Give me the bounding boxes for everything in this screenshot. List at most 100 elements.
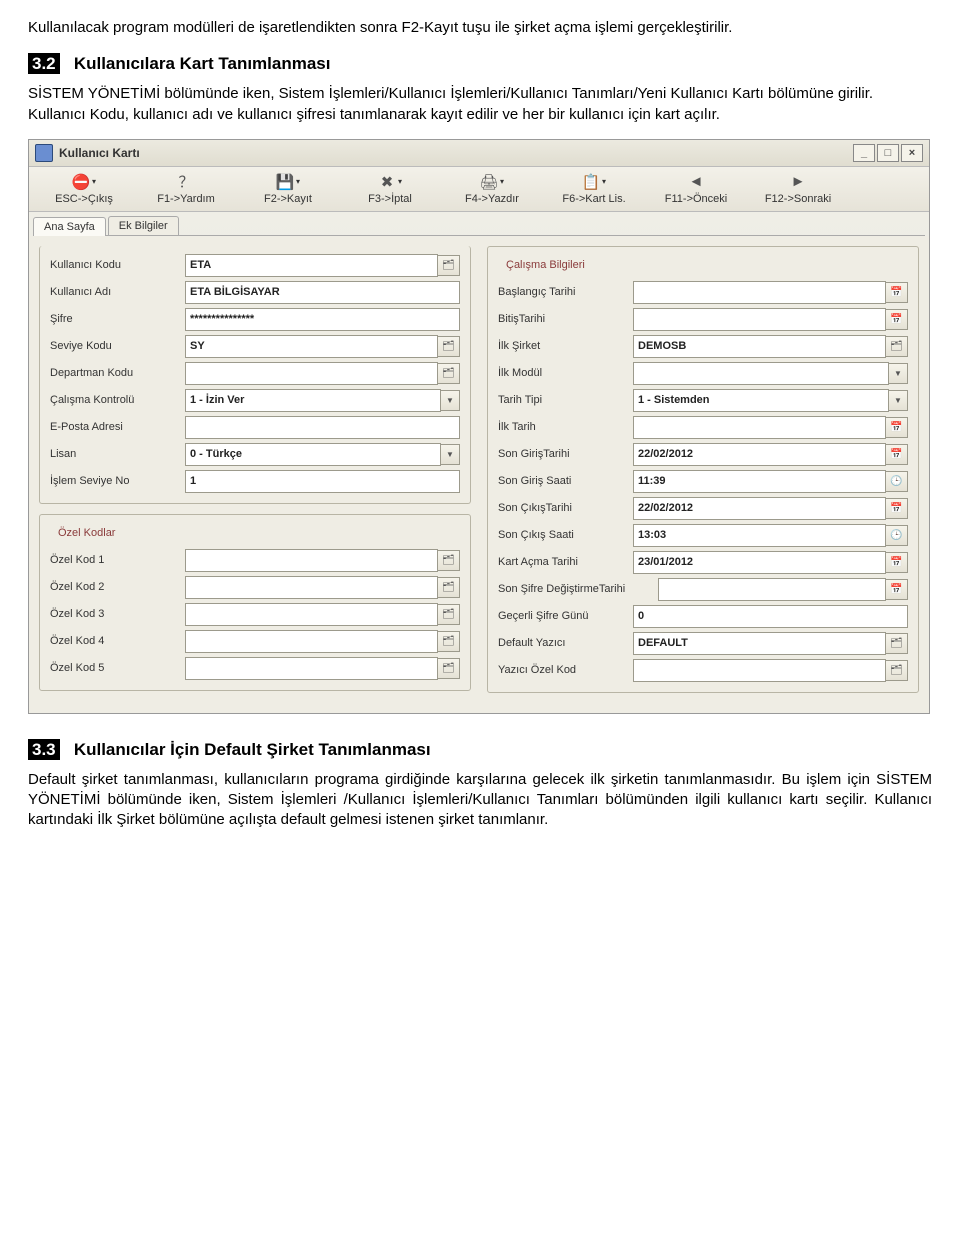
bitis-tarihi-label: BitişTarihi [498, 313, 633, 325]
kart-acma-tarihi-value: 23/01/2012 [633, 551, 886, 574]
son-cikis-tarihi-value: 22/02/2012 [633, 497, 886, 520]
calendar-icon[interactable]: 📅 [886, 309, 908, 330]
calendar-icon[interactable]: 📅 [886, 417, 908, 438]
esc-cikis-button[interactable]: ⛔▾ ESC->Çıkış [34, 170, 134, 208]
ozel-kod-3-input[interactable] [185, 603, 438, 626]
islem-seviye-no-label: İşlem Seviye No [50, 475, 185, 487]
lookup-icon[interactable]: 🗂 [438, 631, 460, 652]
sifre-input[interactable]: *************** [185, 308, 460, 331]
clock-icon[interactable]: 🕒 [886, 525, 908, 546]
f2-kayit-button[interactable]: 💾▾ F2->Kayıt [238, 170, 338, 208]
ilk-sirket-input[interactable]: DEMOSB [633, 335, 886, 358]
baslangic-tarihi-input[interactable] [633, 281, 886, 304]
ozel-kod-2-label: Özel Kod 2 [50, 581, 185, 593]
ilk-modul-select[interactable] [633, 362, 889, 385]
f1-yardim-button[interactable]: ？ F1->Yardım [136, 170, 236, 208]
lookup-icon[interactable]: 🗂 [438, 363, 460, 384]
lookup-icon[interactable]: 🗂 [438, 577, 460, 598]
chevron-down-icon[interactable]: ▼ [441, 390, 460, 411]
calendar-icon[interactable]: 📅 [886, 444, 908, 465]
lookup-icon[interactable]: 🗂 [438, 658, 460, 679]
calendar-icon[interactable]: 📅 [886, 282, 908, 303]
section-3-3-heading: 3.3 Kullanıcılar İçin Default Şirket Tan… [28, 740, 932, 760]
kullanici-kodu-input[interactable]: ETA [185, 254, 438, 277]
kullanici-kodu-label: Kullanıcı Kodu [50, 259, 185, 271]
calendar-icon[interactable]: 📅 [886, 552, 908, 573]
exit-icon: ⛔ [72, 173, 90, 191]
calendar-icon[interactable]: 📅 [886, 498, 908, 519]
islem-seviye-no-input[interactable]: 1 [185, 470, 460, 493]
ozel-kod-5-input[interactable] [185, 657, 438, 680]
calisma-kontrolu-label: Çalışma Kontrolü [50, 394, 185, 406]
son-cikis-saati-value: 13:03 [633, 524, 886, 547]
gecerli-sifre-gunu-label: Geçerli Şifre Günü [498, 610, 633, 622]
maximize-button[interactable]: □ [877, 144, 899, 162]
print-icon: 🖨 [480, 173, 498, 191]
section-number: 3.2 [28, 53, 60, 74]
ilk-tarih-input[interactable] [633, 416, 886, 439]
f4-yazdir-button[interactable]: 🖨▾ F4->Yazdır [442, 170, 542, 208]
seviye-kodu-input[interactable]: SY [185, 335, 438, 358]
tab-ek-bilgiler[interactable]: Ek Bilgiler [108, 216, 179, 235]
lookup-icon[interactable]: 🗂 [886, 336, 908, 357]
minimize-button[interactable]: _ [853, 144, 875, 162]
section-3-3-body: Default şirket tanımlanması, kullanıcıla… [28, 770, 932, 831]
prev-icon: ◄ [687, 173, 705, 191]
default-yazici-input[interactable]: DEFAULT [633, 632, 886, 655]
departman-kodu-input[interactable] [185, 362, 438, 385]
chevron-down-icon[interactable]: ▼ [889, 363, 908, 384]
son-giris-saati-value: 11:39 [633, 470, 886, 493]
son-cikis-tarihi-label: Son ÇıkışTarihi [498, 502, 633, 514]
ilk-tarih-label: İlk Tarih [498, 421, 633, 433]
toolbar: ⛔▾ ESC->Çıkış ？ F1->Yardım 💾▾ F2->Kayıt … [29, 167, 929, 212]
lookup-icon[interactable]: 🗂 [438, 336, 460, 357]
f6-kartlis-button[interactable]: 📋▾ F6->Kart Lis. [544, 170, 644, 208]
ozel-kod-4-input[interactable] [185, 630, 438, 653]
ozel-kod-1-input[interactable] [185, 549, 438, 572]
eposta-label: E-Posta Adresi [50, 421, 185, 433]
seviye-kodu-label: Seviye Kodu [50, 340, 185, 352]
chevron-down-icon[interactable]: ▼ [441, 444, 460, 465]
eposta-input[interactable] [185, 416, 460, 439]
save-icon: 💾 [276, 173, 294, 191]
next-icon: ► [789, 173, 807, 191]
calisma-kontrolu-select[interactable]: 1 - İzin Ver [185, 389, 441, 412]
yazici-ozel-kod-input[interactable] [633, 659, 886, 682]
f11-onceki-button[interactable]: ◄ F11->Önceki [646, 170, 746, 208]
f3-iptal-button[interactable]: ✖▾ F3->İptal [340, 170, 440, 208]
sifre-label: Şifre [50, 313, 185, 325]
ozel-kodlar-legend: Özel Kodlar [54, 527, 119, 539]
chevron-down-icon[interactable]: ▼ [889, 390, 908, 411]
ozel-kodlar-group: Özel Kodlar Özel Kod 1 🗂 Özel Kod 2 🗂 Öz… [39, 514, 471, 691]
bitis-tarihi-input[interactable] [633, 308, 886, 331]
lookup-icon[interactable]: 🗂 [886, 633, 908, 654]
calisma-bilgileri-group: Çalışma Bilgileri Başlangıç Tarihi 📅 Bit… [487, 246, 919, 693]
calendar-icon[interactable]: 📅 [886, 579, 908, 600]
ilk-sirket-label: İlk Şirket [498, 340, 633, 352]
clock-icon[interactable]: 🕒 [886, 471, 908, 492]
baslangic-tarihi-label: Başlangıç Tarihi [498, 286, 633, 298]
lisan-select[interactable]: 0 - Türkçe [185, 443, 441, 466]
ozel-kod-5-label: Özel Kod 5 [50, 662, 185, 674]
son-giris-saati-label: Son Giriş Saati [498, 475, 633, 487]
lookup-icon[interactable]: 🗂 [438, 550, 460, 571]
ozel-kod-2-input[interactable] [185, 576, 438, 599]
lookup-icon[interactable]: 🗂 [886, 660, 908, 681]
lookup-icon[interactable]: 🗂 [438, 604, 460, 625]
ozel-kod-4-label: Özel Kod 4 [50, 635, 185, 647]
tab-ana-sayfa[interactable]: Ana Sayfa [33, 217, 106, 236]
cancel-icon: ✖ [378, 173, 396, 191]
section-3-2-heading: 3.2 Kullanıcılara Kart Tanımlanması [28, 54, 932, 74]
close-button[interactable]: × [901, 144, 923, 162]
section-3-2-body: SİSTEM YÖNETİMİ bölümünde iken, Sistem İ… [28, 84, 932, 125]
kullanici-adi-input[interactable]: ETA BİLGİSAYAR [185, 281, 460, 304]
lookup-icon[interactable]: 🗂 [438, 255, 460, 276]
ilk-modul-label: İlk Modül [498, 367, 633, 379]
tarih-tipi-select[interactable]: 1 - Sistemden [633, 389, 889, 412]
son-giris-tarihi-label: Son GirişTarihi [498, 448, 633, 460]
ozel-kod-3-label: Özel Kod 3 [50, 608, 185, 620]
help-icon: ？ [177, 173, 195, 191]
f12-sonraki-button[interactable]: ► F12->Sonraki [748, 170, 848, 208]
yazici-ozel-kod-label: Yazıcı Özel Kod [498, 664, 633, 676]
gecerli-sifre-gunu-input[interactable]: 0 [633, 605, 908, 628]
